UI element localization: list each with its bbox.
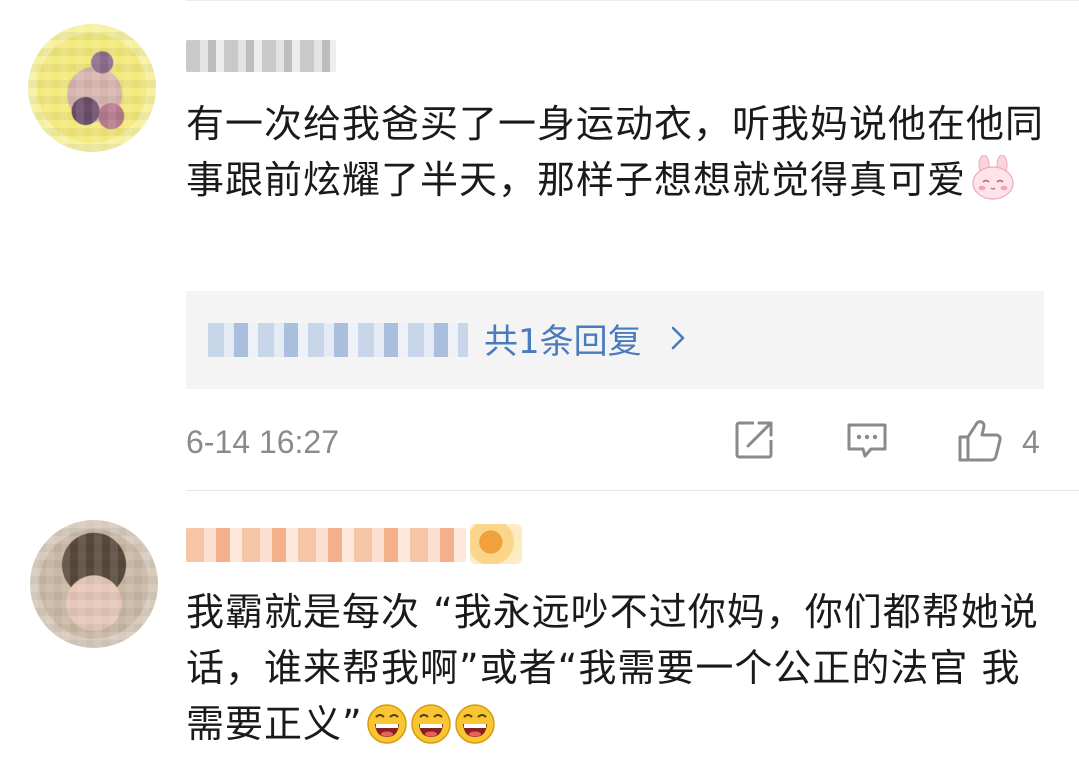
username-redacted[interactable]: [186, 40, 336, 72]
like-count: 4: [1022, 424, 1040, 460]
replies-count-label: 共1条回复: [484, 322, 642, 362]
user-badge-redacted: [470, 524, 522, 564]
comment-text: 我霸就是每次 “我永远吵不过你妈，你们都帮她说话，谁来帮我啊”或者“我需要一个公…: [186, 590, 1039, 746]
chevron-right-icon: [670, 317, 686, 363]
avatar[interactable]: [30, 520, 158, 648]
comment-body: 有一次给我爸买了一身运动衣，听我妈说他在他同事跟前炫耀了半天，那样子想想就觉得真…: [186, 96, 1056, 216]
avatar-mosaic: [30, 520, 158, 648]
thumbs-up-icon: [956, 420, 1004, 468]
laughing-face-emoji: [366, 703, 499, 760]
username-redacted[interactable]: [186, 528, 466, 562]
reply-button[interactable]: [845, 418, 889, 466]
reply-author-redacted: [208, 323, 468, 357]
avatar-mosaic: [28, 24, 156, 152]
view-replies-link[interactable]: 共1条回复: [484, 317, 686, 365]
pink-bunny-emoji: [970, 154, 1016, 216]
divider: [186, 0, 1079, 1]
share-icon: [732, 421, 776, 466]
comment-text: 有一次给我爸买了一身运动衣，听我妈说他在他同事跟前炫耀了半天，那样子想想就觉得真…: [186, 102, 1045, 202]
share-button[interactable]: [732, 418, 776, 466]
avatar[interactable]: [28, 24, 156, 152]
comment-thread: 有一次给我爸买了一身运动衣，听我妈说他在他同事跟前炫耀了半天，那样子想想就觉得真…: [0, 0, 1079, 782]
comment-bubble-icon: [845, 423, 889, 466]
divider: [186, 490, 1079, 491]
like-button[interactable]: [956, 418, 1004, 468]
replies-preview[interactable]: 共1条回复: [186, 291, 1044, 389]
comment-body: 我霸就是每次 “我永远吵不过你妈，你们都帮她说话，谁来帮我啊”或者“我需要一个公…: [186, 584, 1056, 760]
comment-timestamp: 6-14 16:27: [186, 424, 340, 460]
